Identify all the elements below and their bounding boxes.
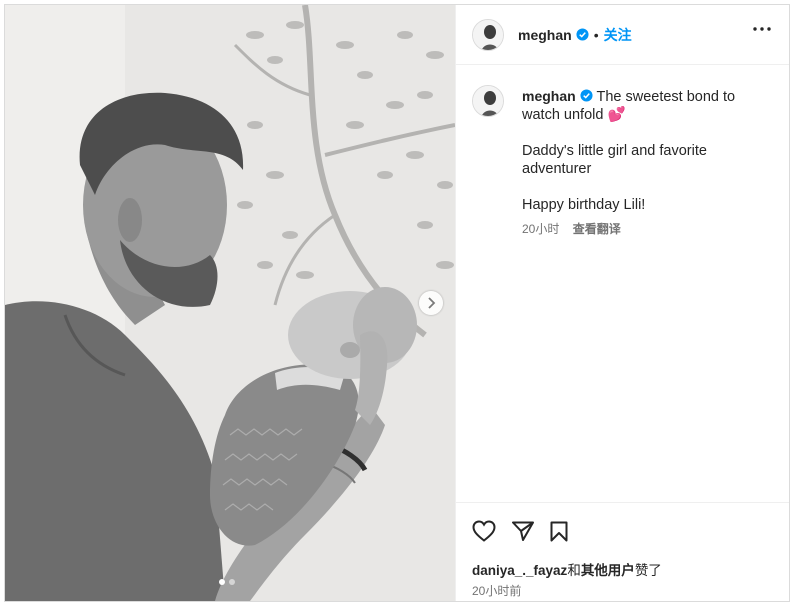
caption-line-3: Happy birthday Lili! [522, 197, 646, 213]
instagram-post-frame: meghan • 关注 meghan The sweetest bond to … [4, 4, 790, 602]
bookmark-icon [550, 521, 568, 541]
share-icon [512, 521, 534, 541]
action-bar: daniya_._fayaz和其他用户赞了 20小时前 [456, 502, 789, 601]
verified-badge-icon [580, 89, 593, 102]
avatar[interactable] [472, 18, 504, 51]
carousel-indicator [219, 579, 235, 585]
liked-by-user[interactable]: daniya_._fayaz [472, 563, 567, 578]
photo-illustration [5, 5, 455, 601]
see-translation-link[interactable]: 查看翻译 [573, 222, 621, 236]
post-sidebar: meghan • 关注 meghan The sweetest bond to … [455, 5, 789, 601]
like-button[interactable] [472, 520, 496, 542]
action-icons [456, 503, 789, 545]
carousel-next-button[interactable] [419, 291, 443, 315]
share-button[interactable] [512, 521, 534, 541]
caption-comment: meghan The sweetest bond to watch unfold… [456, 65, 789, 238]
separator-dot: • [593, 26, 599, 43]
caption-username[interactable]: meghan [522, 88, 576, 104]
caption-avatar[interactable] [472, 85, 504, 117]
caption-text: meghan The sweetest bond to watch unfold… [522, 87, 762, 238]
liked-by-others[interactable]: 其他用户 [581, 563, 635, 578]
liked-by-text: daniya_._fayaz和其他用户赞了 [456, 545, 789, 579]
verified-badge-icon [576, 28, 589, 41]
post-timestamp[interactable]: 20小时前 [456, 579, 789, 599]
follow-button[interactable]: 关注 [604, 25, 632, 45]
post-photo[interactable] [5, 5, 455, 601]
heart-icon [472, 520, 496, 542]
save-button[interactable] [550, 521, 568, 542]
post-header: meghan • 关注 [456, 5, 789, 65]
carousel-dot-active [219, 579, 225, 585]
header-username[interactable]: meghan [518, 27, 572, 43]
comment-timestamp[interactable]: 20小时 [522, 222, 559, 236]
more-options-icon[interactable] [753, 27, 771, 31]
caption-line-2: Daddy's little girl and favorite adventu… [522, 143, 707, 177]
carousel-dot [229, 579, 235, 585]
chevron-right-icon [428, 297, 436, 309]
liked-by-conjunction: 和 [567, 563, 581, 578]
caption-meta: 20小时 查看翻译 [522, 220, 762, 238]
liked-by-suffix: 赞了 [634, 563, 662, 578]
